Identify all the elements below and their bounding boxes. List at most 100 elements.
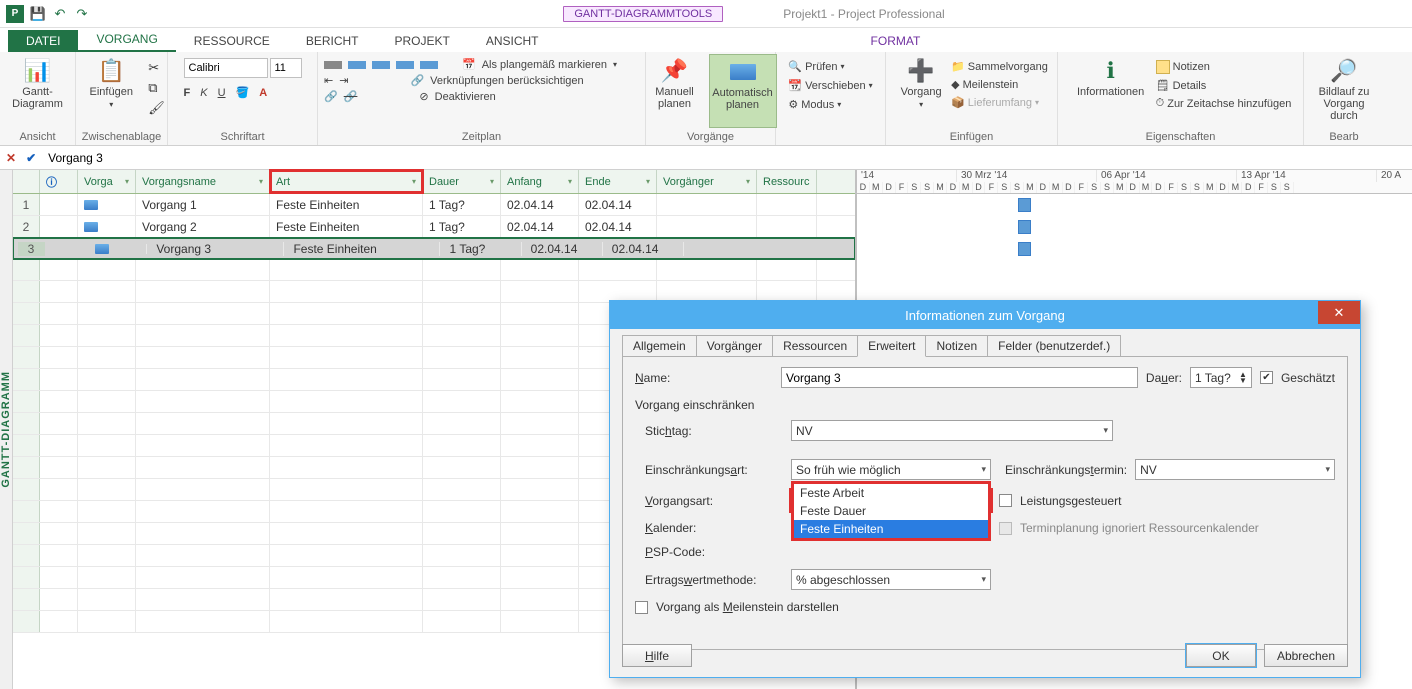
indent-icon[interactable]: ⇥	[339, 74, 348, 87]
summary-task-label[interactable]: Sammelvorgang	[968, 61, 1048, 73]
format-painter-icon[interactable]: 🖌	[148, 100, 165, 116]
gantt-bar[interactable]	[1018, 242, 1031, 256]
progress-100-icon[interactable]	[420, 61, 438, 69]
tab-ressource[interactable]: RESSOURCE	[176, 30, 288, 52]
geschaetzt-checkbox[interactable]: ✔	[1260, 371, 1273, 384]
anfang-cell[interactable]: 02.04.14	[501, 194, 579, 215]
italic-button[interactable]: K	[200, 87, 207, 99]
gantt-diagram-button[interactable]: 📊Gantt- Diagramm	[5, 54, 71, 128]
table-row[interactable]: 2 Vorgang 2 Feste Einheiten 1 Tag? 02.04…	[13, 216, 855, 238]
einschraenkungstermin-select[interactable]: NV▾	[1135, 459, 1335, 480]
gantt-bar[interactable]	[1018, 198, 1031, 212]
milestone-icon[interactable]: ◆	[951, 78, 959, 91]
leistung-checkbox[interactable]	[999, 494, 1012, 507]
notes-icon[interactable]	[1156, 60, 1170, 74]
timeline-add-label[interactable]: Zur Zeitachse hinzufügen	[1167, 98, 1291, 110]
ok-button[interactable]: OK	[1186, 644, 1256, 667]
col-dauer[interactable]: Dauer▾	[423, 170, 501, 193]
deactivate-label[interactable]: Deaktivieren	[435, 91, 496, 103]
name-input[interactable]	[781, 367, 1138, 388]
table-row[interactable]: 3 Vorgang 3 Feste Einheiten 1 Tag? 02.04…	[13, 238, 855, 259]
view-strip[interactable]: GANTT-DIAGRAMM	[0, 170, 13, 689]
font-family-select[interactable]	[184, 58, 268, 78]
move-label[interactable]: Verschieben	[805, 80, 866, 92]
mark-ontrack-icon[interactable]: 📅	[462, 58, 476, 71]
font-color-icon[interactable]: A	[259, 87, 267, 99]
ende-cell[interactable]: 02.04.14	[579, 194, 657, 215]
milestone-label[interactable]: Meilenstein	[963, 79, 1019, 91]
col-name[interactable]: Vorgangsname▾	[136, 170, 270, 193]
bold-button[interactable]: F	[184, 87, 191, 99]
inspect-label[interactable]: Prüfen	[805, 61, 837, 73]
tab-ansicht[interactable]: ANSICHT	[468, 30, 557, 52]
underline-button[interactable]: U	[218, 87, 226, 99]
cancel-entry-icon[interactable]: ✕	[6, 151, 16, 165]
progress-0-icon[interactable]	[324, 61, 342, 69]
progress-25-icon[interactable]	[348, 61, 366, 69]
tab-bericht[interactable]: BERICHT	[288, 30, 377, 52]
accept-entry-icon[interactable]: ✔	[26, 151, 36, 165]
respect-links-icon[interactable]: 🔗	[410, 74, 424, 87]
name-cell[interactable]: Vorgang 1	[136, 194, 270, 215]
dlg-tab-allgemein[interactable]: Allgemein	[622, 335, 697, 356]
col-ende[interactable]: Ende▾	[579, 170, 657, 193]
row-number[interactable]: 2	[13, 216, 40, 237]
empty-row[interactable]	[13, 259, 855, 281]
dauer-cell[interactable]: 1 Tag?	[423, 194, 501, 215]
save-icon[interactable]: 💾	[30, 6, 46, 22]
col-ressourcen[interactable]: Ressourc	[757, 170, 817, 193]
gantt-bar[interactable]	[1018, 220, 1031, 234]
summary-task-icon[interactable]: 📁	[951, 60, 965, 73]
details-icon[interactable]: 🗒	[1156, 79, 1170, 92]
select-all-corner[interactable]	[13, 170, 40, 193]
mode-icon[interactable]: ⚙	[788, 98, 798, 111]
vorgaenger-cell[interactable]	[657, 194, 757, 215]
einschraenkungsart-select[interactable]: So früh wie möglich▾	[791, 459, 991, 480]
undo-icon[interactable]: ↶	[52, 6, 68, 22]
col-art[interactable]: Art▾	[270, 170, 423, 193]
dlg-tab-erweitert[interactable]: Erweitert	[857, 335, 926, 357]
font-size-select[interactable]	[270, 58, 302, 78]
copy-icon[interactable]: ⧉	[148, 80, 165, 96]
close-icon[interactable]: ✕	[1318, 301, 1360, 324]
option-feste-arbeit[interactable]: Feste Arbeit	[794, 484, 988, 502]
outdent-icon[interactable]: ⇤	[324, 74, 333, 87]
vorgangsart-dropdown[interactable]: Feste Arbeit Feste Dauer Feste Einheiten	[791, 481, 991, 541]
move-icon[interactable]: 📆	[788, 79, 802, 92]
scroll-to-task-button[interactable]: 🔎Bildlauf zu Vorgang durch	[1311, 54, 1377, 128]
mode-label[interactable]: Modus	[801, 99, 834, 111]
dlg-tab-felder[interactable]: Felder (benutzerdef.)	[987, 335, 1121, 356]
dlg-tab-vorgaenger[interactable]: Vorgänger	[696, 335, 773, 356]
notes-label[interactable]: Notizen	[1173, 61, 1210, 73]
entry-bar-input[interactable]	[46, 148, 1406, 168]
option-feste-einheiten[interactable]: Feste Einheiten	[794, 520, 988, 538]
col-anfang[interactable]: Anfang▾	[501, 170, 579, 193]
auto-schedule-button[interactable]: Automatisch planen	[709, 54, 777, 128]
ertrag-select[interactable]: % abgeschlossen▾	[791, 569, 991, 590]
fill-color-icon[interactable]: 🪣	[236, 86, 250, 99]
abbrechen-button[interactable]: Abbrechen	[1264, 644, 1348, 667]
tab-format[interactable]: FORMAT	[853, 30, 939, 52]
task-insert-button[interactable]: ➕Vorgang▾	[895, 54, 947, 128]
option-feste-dauer[interactable]: Feste Dauer	[794, 502, 988, 520]
hilfe-button[interactable]: Hilfe	[622, 644, 692, 667]
manual-schedule-button[interactable]: 📌Manuell planen	[645, 54, 705, 128]
col-vorgaenger[interactable]: Vorgänger▾	[657, 170, 757, 193]
stichtag-select[interactable]: NV▾	[791, 420, 1113, 441]
art-cell[interactable]: Feste Einheiten	[270, 194, 423, 215]
tab-datei[interactable]: DATEI	[8, 30, 78, 52]
table-row[interactable]: 1 Vorgang 1 Feste Einheiten 1 Tag? 02.04…	[13, 194, 855, 216]
dlg-tab-notizen[interactable]: Notizen	[925, 335, 988, 356]
dialog-title-bar[interactable]: Informationen zum Vorgang ✕	[610, 301, 1360, 329]
ressourcen-cell[interactable]	[757, 194, 817, 215]
mark-ontrack-label[interactable]: Als plangemäß markieren	[482, 59, 607, 71]
timeline-add-icon[interactable]: ⏱	[1156, 97, 1165, 110]
respect-links-label[interactable]: Verknüpfungen berücksichtigen	[430, 75, 584, 87]
unlink-icon[interactable]: 🔗	[344, 90, 358, 103]
cut-icon[interactable]: ✂	[148, 60, 165, 76]
information-button[interactable]: ℹInformationen	[1070, 54, 1152, 128]
col-mode[interactable]: Vorga▾	[78, 170, 136, 193]
details-label[interactable]: Details	[1173, 80, 1207, 92]
col-indicators[interactable]: ⓘ	[40, 170, 78, 193]
link-icon[interactable]: 🔗	[324, 90, 338, 103]
